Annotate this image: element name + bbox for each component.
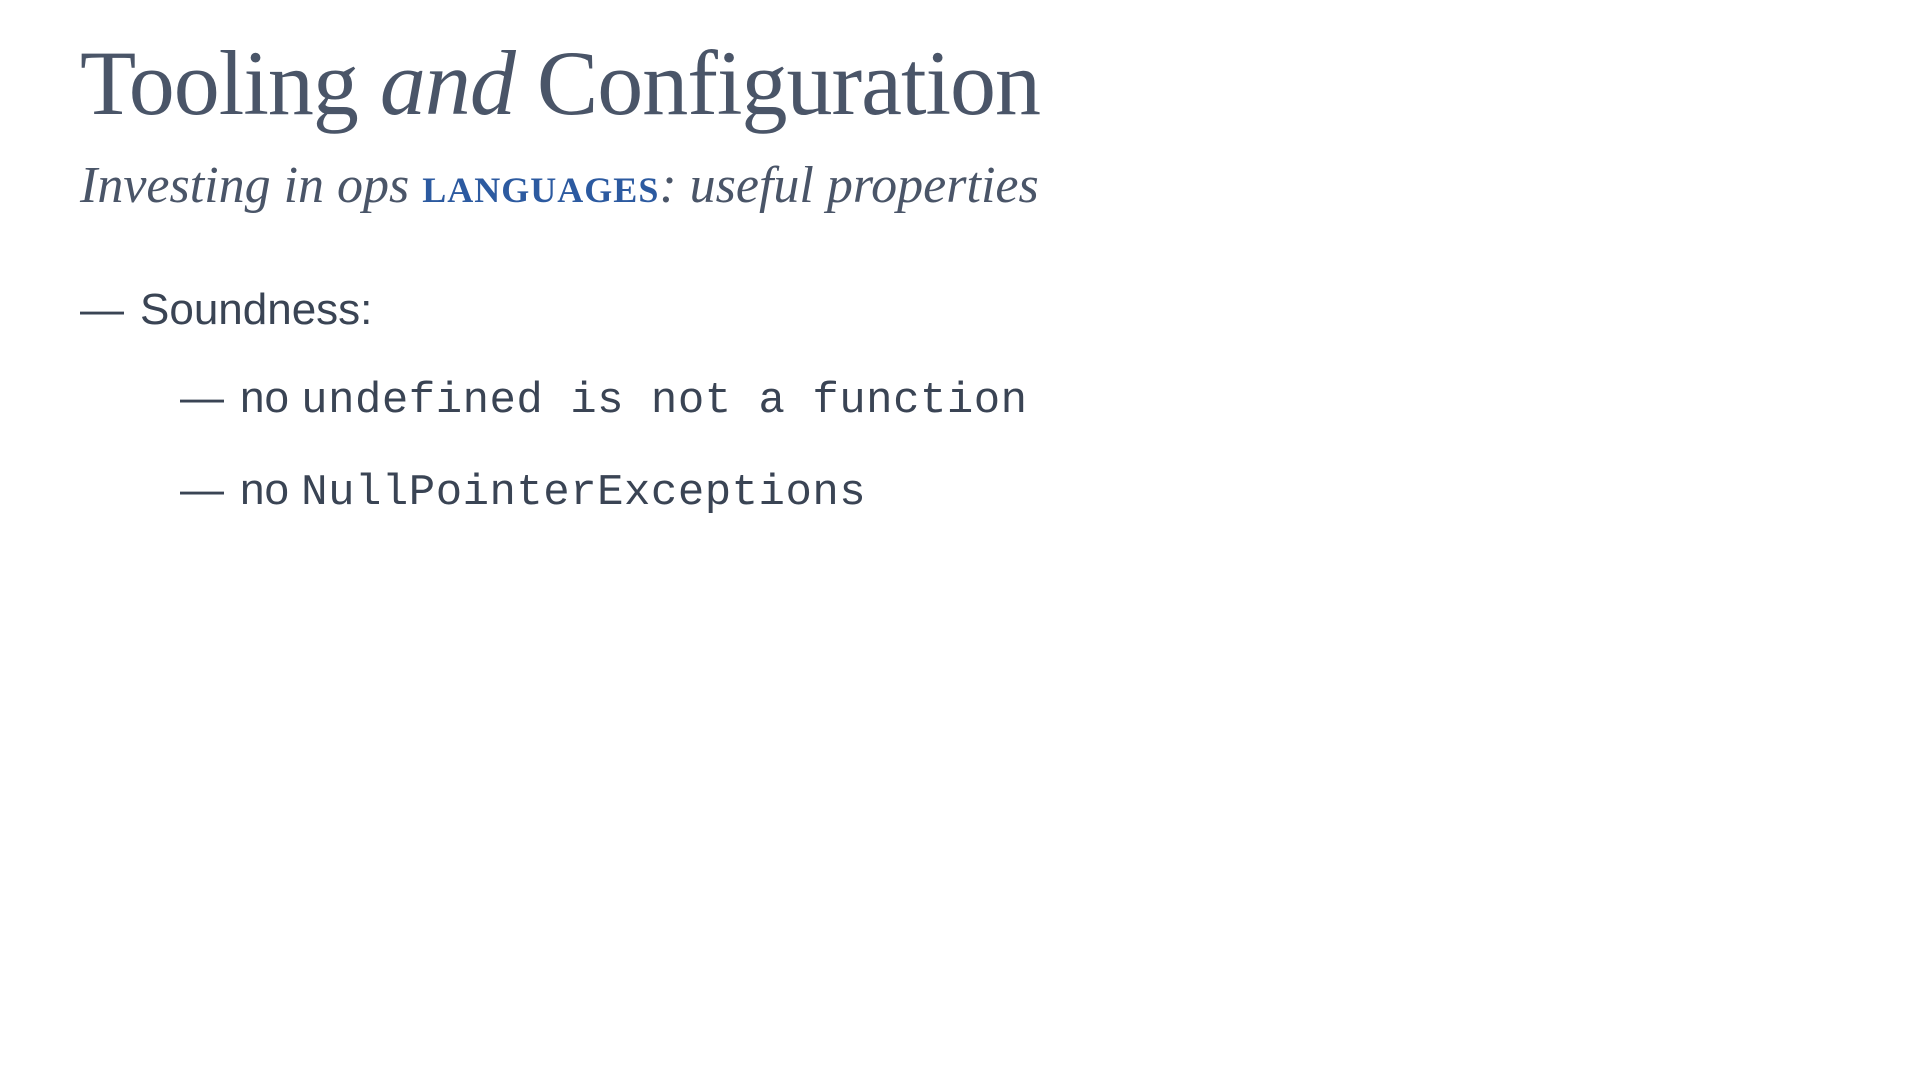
bullet-text-mono: NullPointerExceptions — [301, 468, 866, 518]
slide: Tooling and Configuration Investing in o… — [0, 0, 1920, 528]
slide-subtitle: Investing in ops LANGUAGES: useful prope… — [80, 156, 1840, 215]
bullet-list: — Soundness: — no undefined is not a funct… — [80, 275, 1840, 528]
bullet-level2: — no undefined is not a function — [180, 363, 1840, 436]
subtitle-smallcaps: LANGUAGES — [422, 157, 659, 214]
bullet-level1: — Soundness: — [80, 275, 1840, 345]
subtitle-part1: Investing in ops — [80, 157, 422, 214]
subtitle-part2: : useful properties — [659, 157, 1038, 214]
title-part1: Tooling — [80, 32, 380, 134]
title-part2: Configuration — [515, 32, 1040, 134]
title-italic: and — [380, 32, 515, 134]
bullet-dash-icon: — — [180, 363, 224, 433]
bullet-text-prefix: no — [240, 373, 301, 422]
bullet-text-mono: undefined is not a function — [301, 376, 1027, 426]
slide-title: Tooling and Configuration — [80, 30, 1840, 136]
bullet-dash-icon: — — [80, 275, 124, 345]
bullet-level2: — no NullPointerExceptions — [180, 455, 1840, 528]
bullet-dash-icon: — — [180, 455, 224, 525]
bullet-text-prefix: no — [240, 465, 301, 514]
bullet-text: Soundness: — [140, 285, 372, 334]
